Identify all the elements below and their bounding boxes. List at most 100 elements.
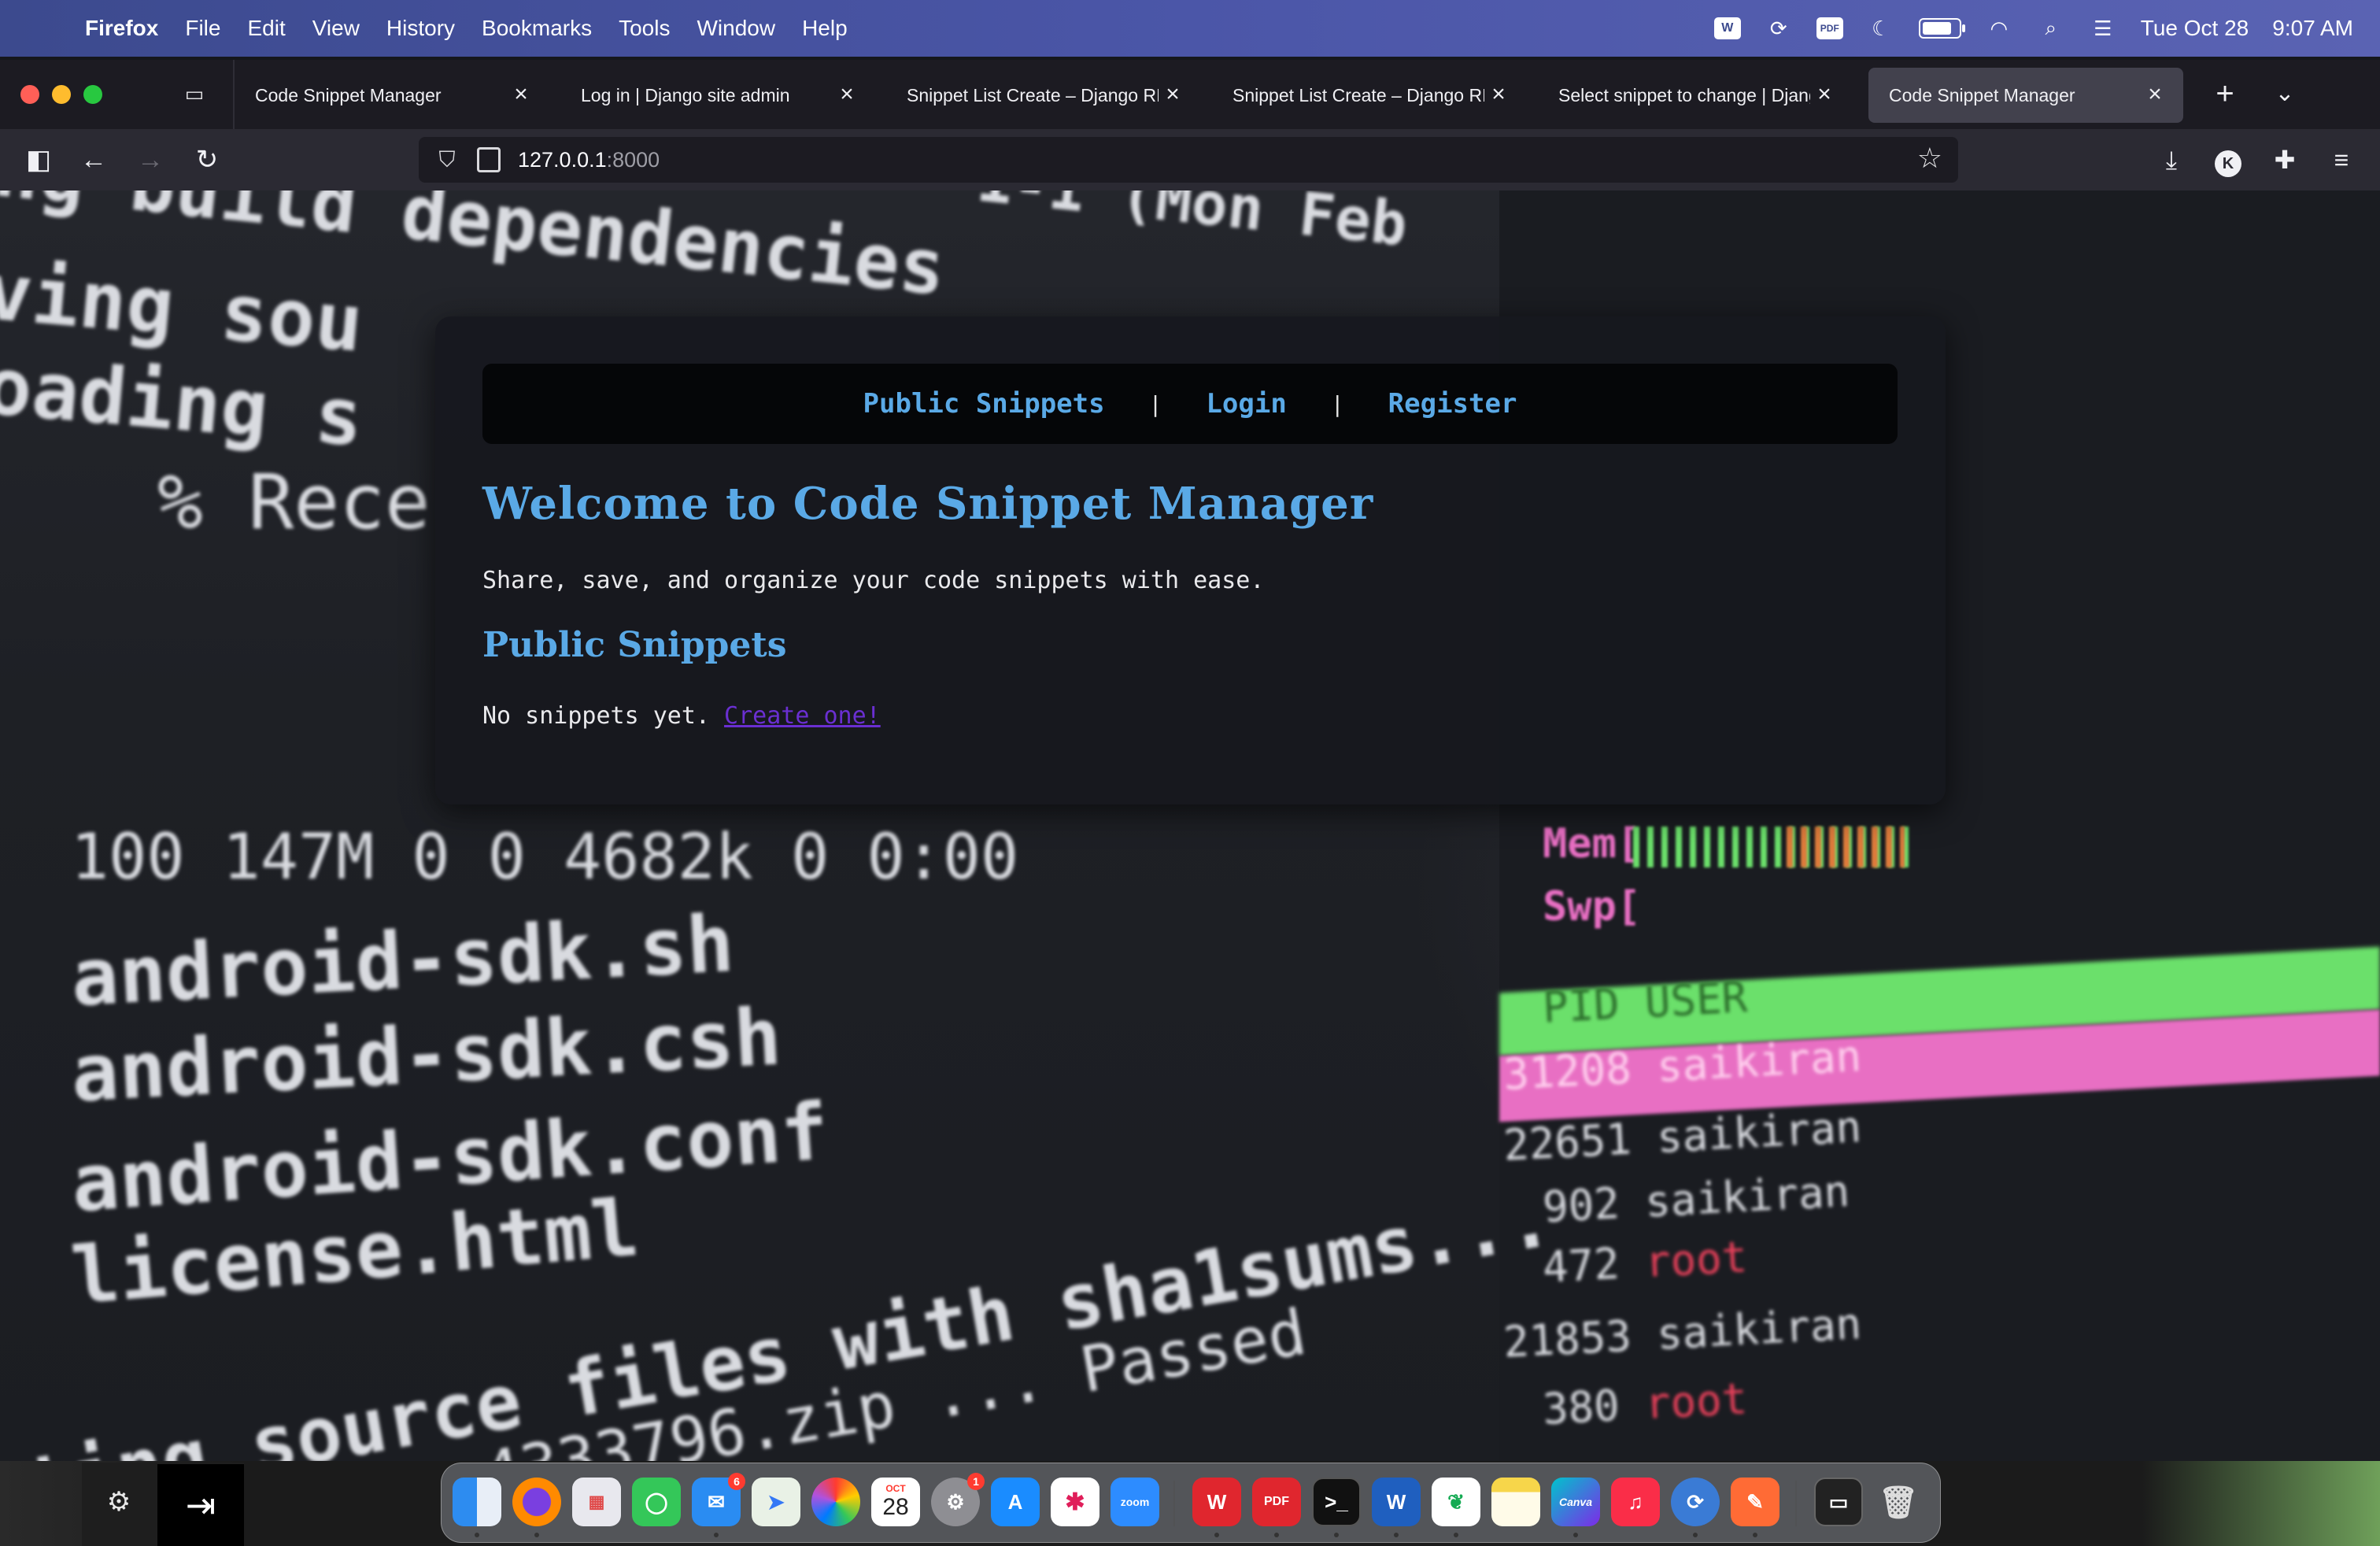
mail-icon[interactable]: ✉ 6 bbox=[692, 1473, 745, 1526]
new-tab-button[interactable]: + bbox=[2207, 76, 2243, 112]
create-snippet-link[interactable]: Create one! bbox=[724, 702, 881, 730]
close-tab-icon[interactable]: × bbox=[1812, 80, 1837, 109]
pdf-app-icon[interactable]: PDF bbox=[1252, 1478, 1301, 1526]
wps-status-icon[interactable]: W bbox=[1713, 17, 1741, 39]
tab-snippet-list-create-2[interactable]: Snippet List Create – Django REST framew… bbox=[1212, 68, 1527, 123]
zoom-icon[interactable]: zoom bbox=[1111, 1478, 1159, 1526]
wifi-icon[interactable]: ◠ bbox=[1985, 17, 2013, 40]
close-tab-icon[interactable]: × bbox=[1160, 80, 1185, 109]
firefox-view-icon[interactable]: ▭ bbox=[183, 82, 206, 105]
wallpaper-mem-bars-cache bbox=[1787, 827, 1905, 867]
back-button[interactable]: ← bbox=[76, 142, 112, 178]
reload-button[interactable]: ↻ bbox=[189, 142, 225, 178]
forward-button[interactable]: → bbox=[132, 142, 168, 178]
minimize-window-button[interactable] bbox=[52, 85, 71, 104]
canva-icon[interactable]: Canva bbox=[1551, 1478, 1600, 1526]
tab-code-snippet-manager-1[interactable]: Code Snippet Manager × bbox=[235, 68, 549, 123]
slack-icon[interactable]: ✱ bbox=[1051, 1478, 1099, 1526]
tab-title: Snippet List Create – Django REST framew… bbox=[1232, 84, 1484, 105]
close-tab-icon[interactable]: × bbox=[2142, 80, 2168, 109]
sidebar-toggle-icon[interactable]: ◧ bbox=[20, 142, 57, 178]
nav-separator: | bbox=[1148, 390, 1162, 417]
app-store-icon[interactable]: A bbox=[991, 1478, 1040, 1526]
terminal-icon[interactable]: >_ bbox=[1312, 1478, 1361, 1526]
wallpaper-pid: 380 bbox=[1541, 1380, 1621, 1434]
close-tab-icon[interactable]: × bbox=[1486, 80, 1511, 109]
dock-running-indicator bbox=[1693, 1533, 1698, 1537]
wallpaper-swp-label: Swp[ bbox=[1543, 883, 1642, 930]
bookmark-star-icon[interactable]: ☆ bbox=[1917, 142, 1942, 175]
menubar-time[interactable]: 9:07 AM bbox=[2272, 16, 2353, 41]
menu-app-firefox[interactable]: Firefox bbox=[85, 16, 158, 41]
dock-running-indicator bbox=[1334, 1533, 1339, 1537]
menu-tools[interactable]: Tools bbox=[619, 16, 670, 41]
pdf-expert-icon[interactable]: ⟳ bbox=[1671, 1478, 1720, 1526]
system-settings-icon[interactable]: ⚙ 1 bbox=[931, 1473, 985, 1526]
dock-running-indicator bbox=[1454, 1533, 1458, 1537]
url-text[interactable]: 127.0.0.1:8000 bbox=[518, 148, 660, 172]
dock-running-indicator bbox=[534, 1533, 539, 1537]
pdf-status-icon[interactable]: PDF bbox=[1816, 17, 1843, 39]
dock-running-indicator bbox=[1394, 1533, 1399, 1537]
tab-snippet-list-create-1[interactable]: Snippet List Create – Django REST framew… bbox=[886, 68, 1201, 123]
word-icon[interactable]: W bbox=[1372, 1478, 1421, 1526]
close-tab-icon[interactable]: × bbox=[834, 80, 859, 109]
zoom-window-button[interactable] bbox=[83, 85, 102, 104]
control-center-icon[interactable]: ☰ bbox=[2089, 17, 2117, 40]
menu-view[interactable]: View bbox=[312, 16, 360, 41]
collapse-arrow-icon[interactable]: ⇥ bbox=[157, 1464, 244, 1546]
account-button[interactable]: K bbox=[2210, 142, 2246, 178]
mongodb-compass-icon[interactable]: ❦ bbox=[1432, 1478, 1480, 1526]
wallpaper-pid: 22651 bbox=[1502, 1114, 1633, 1171]
wps-office-icon[interactable]: W bbox=[1192, 1478, 1241, 1526]
wallpaper-pid: 31208 bbox=[1502, 1043, 1633, 1100]
menu-history[interactable]: History bbox=[386, 16, 455, 41]
firefox-icon[interactable] bbox=[512, 1478, 561, 1526]
photos-icon[interactable] bbox=[811, 1478, 860, 1526]
messages-icon[interactable]: ◯ bbox=[632, 1478, 681, 1526]
nav-separator: | bbox=[1330, 390, 1344, 417]
close-tab-icon[interactable]: × bbox=[508, 80, 534, 109]
focus-moon-icon[interactable]: ☾ bbox=[1867, 17, 1895, 40]
tab-code-snippet-manager-active[interactable]: Code Snippet Manager × bbox=[1868, 68, 2183, 123]
app-menu-hamburger-icon[interactable]: ≡ bbox=[2323, 142, 2360, 178]
dock-divider bbox=[1173, 1481, 1175, 1526]
notes-icon[interactable] bbox=[1491, 1478, 1540, 1526]
menubar-date[interactable]: Tue Oct 28 bbox=[2141, 16, 2249, 41]
spotlight-search-icon[interactable]: ⌕ bbox=[2037, 16, 2065, 40]
menu-help[interactable]: Help bbox=[802, 16, 848, 41]
music-icon[interactable]: ♫ bbox=[1611, 1478, 1660, 1526]
menu-file[interactable]: File bbox=[185, 16, 220, 41]
battery-icon[interactable] bbox=[1918, 18, 1965, 39]
tracking-protection-shield-icon[interactable]: ⛉ bbox=[431, 147, 463, 173]
empty-snippets-text: No snippets yet. bbox=[482, 702, 710, 730]
screen-recording-icon[interactable]: ▭ bbox=[1814, 1478, 1863, 1526]
extensions-puzzle-icon[interactable]: ✚ bbox=[2267, 142, 2303, 178]
nav-register-link[interactable]: Register bbox=[1388, 388, 1517, 420]
dock-running-indicator bbox=[1274, 1533, 1279, 1537]
calendar-icon[interactable]: OCT 28 bbox=[871, 1478, 920, 1526]
gear-icon[interactable]: ⚙ bbox=[99, 1480, 139, 1524]
pages-pen-icon[interactable]: ✎ bbox=[1731, 1478, 1779, 1526]
downloads-icon[interactable]: ⤓ bbox=[2153, 142, 2190, 178]
tab-strip: ▭ Code Snippet Manager × Log in | Django… bbox=[0, 60, 2380, 129]
url-bar[interactable]: ⛉ 127.0.0.1:8000 ☆ bbox=[419, 137, 1958, 183]
tab-title: Snippet List Create – Django REST framew… bbox=[907, 84, 1159, 105]
page-info-icon[interactable] bbox=[477, 147, 501, 172]
pdf-expert-status-icon[interactable]: ⟳ bbox=[1765, 17, 1793, 40]
dock: ▦ ◯ ✉ 6 ➤ OCT 28 ⚙ 1 A ✱ zoom W PDF >_ W ❦ … bbox=[441, 1463, 1941, 1543]
nav-public-snippets-link[interactable]: Public Snippets bbox=[863, 388, 1105, 420]
trash-icon[interactable]: 🗑 bbox=[1874, 1478, 1923, 1526]
url-host: 127.0.0.1 bbox=[518, 147, 607, 172]
menu-bookmarks[interactable]: Bookmarks bbox=[482, 16, 592, 41]
finder-icon[interactable] bbox=[453, 1478, 501, 1526]
close-window-button[interactable] bbox=[20, 85, 39, 104]
list-all-tabs-chevron-icon[interactable]: ⌄ bbox=[2267, 76, 2303, 112]
maps-icon[interactable]: ➤ bbox=[752, 1478, 800, 1526]
menu-window[interactable]: Window bbox=[697, 16, 775, 41]
nav-login-link[interactable]: Login bbox=[1206, 388, 1286, 420]
tab-django-admin-login[interactable]: Log in | Django site admin × bbox=[560, 68, 875, 123]
tab-select-snippet[interactable]: Select snippet to change | Django site a… bbox=[1538, 68, 1853, 123]
launchpad-icon[interactable]: ▦ bbox=[572, 1478, 621, 1526]
menu-edit[interactable]: Edit bbox=[247, 16, 285, 41]
